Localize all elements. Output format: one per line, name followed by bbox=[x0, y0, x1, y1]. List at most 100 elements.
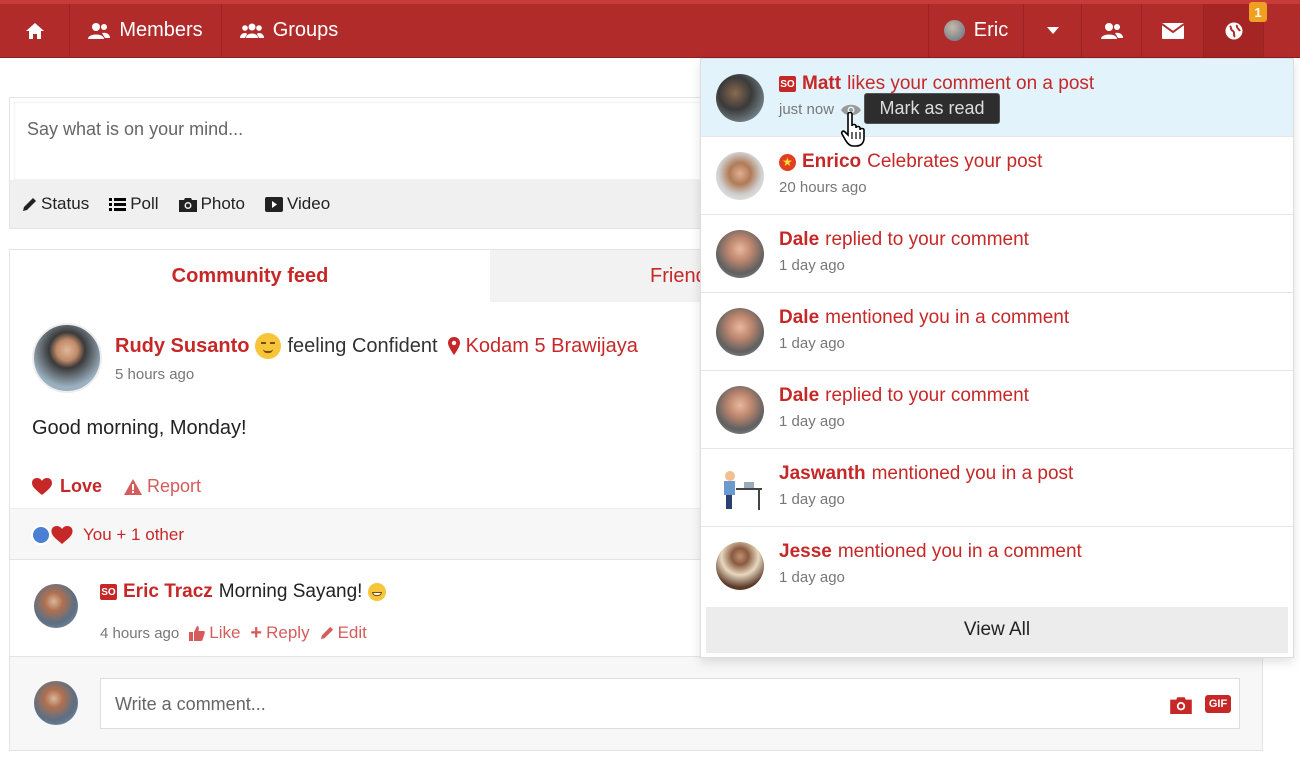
gif-icon[interactable]: GIF bbox=[1205, 695, 1231, 713]
post-author-avatar[interactable] bbox=[32, 323, 102, 393]
notification-avatar bbox=[716, 152, 764, 200]
notification-avatar bbox=[716, 386, 764, 434]
notification-text: Celebrates your post bbox=[867, 151, 1043, 172]
notification-name: Enrico bbox=[802, 151, 862, 172]
notification-time: 1 day ago bbox=[779, 491, 845, 508]
heart-icon bbox=[32, 477, 52, 495]
notification-item[interactable]: Dale replied to your comment 1 day ago bbox=[701, 215, 1293, 293]
notification-avatar bbox=[716, 308, 764, 356]
members-icon bbox=[88, 22, 111, 39]
love-button[interactable]: Love bbox=[32, 476, 102, 497]
comment-reply-button[interactable]: + Reply bbox=[250, 623, 309, 643]
comment-like-button[interactable]: Like bbox=[189, 623, 240, 643]
groups-nav-button[interactable]: Groups bbox=[222, 4, 356, 57]
notification-item[interactable]: ★ Enrico Celebrates your post 20 hours ago bbox=[701, 137, 1293, 215]
pencil-icon bbox=[320, 626, 333, 640]
notification-name: Jesse bbox=[779, 541, 832, 562]
notification-name: Dale bbox=[779, 385, 820, 406]
comment-time[interactable]: 4 hours ago bbox=[100, 625, 179, 642]
notification-text: mentioned you in a comment bbox=[825, 307, 1070, 328]
user-menu-button[interactable]: Eric bbox=[928, 4, 1024, 57]
reactions-text[interactable]: You + 1 other bbox=[83, 525, 184, 545]
user-dropdown-toggle[interactable] bbox=[1024, 4, 1082, 57]
map-pin-icon bbox=[447, 337, 460, 355]
notification-item[interactable]: Dale mentioned you in a comment 1 day ago bbox=[701, 293, 1293, 371]
notification-item[interactable]: Jesse mentioned you in a comment 1 day ag… bbox=[701, 527, 1293, 605]
notification-name: Jaswanth bbox=[779, 463, 866, 484]
home-button[interactable] bbox=[0, 4, 70, 57]
home-icon bbox=[25, 22, 44, 39]
hand-cursor-icon bbox=[840, 112, 865, 147]
notification-time: 1 day ago bbox=[779, 569, 845, 586]
friend-requests-icon bbox=[1100, 22, 1123, 39]
composer-toolbar: Status Poll Photo Video bbox=[10, 180, 708, 228]
post-location[interactable]: Kodam 5 Brawijaya bbox=[466, 335, 638, 358]
user-avatar bbox=[943, 20, 965, 41]
notification-text: likes your comment on a post bbox=[847, 73, 1095, 94]
user-name: Eric bbox=[973, 19, 1009, 41]
poll-tool-label: Poll bbox=[130, 194, 159, 213]
star-badge-icon: ★ bbox=[779, 153, 796, 171]
status-composer: Say what is on your mind... Status Poll … bbox=[9, 97, 709, 229]
reactions-bar: You + 1 other bbox=[10, 508, 710, 560]
globe-icon bbox=[1225, 22, 1242, 39]
post-header: Rudy Susanto feeling Confident Kodam 5 B… bbox=[115, 333, 638, 359]
love-reaction-icon bbox=[51, 526, 73, 544]
notification-time: 1 day ago bbox=[779, 413, 845, 430]
notification-avatar bbox=[716, 542, 764, 590]
comment-input[interactable]: Write a comment... GIF bbox=[100, 678, 1240, 729]
groups-label: Groups bbox=[272, 19, 339, 41]
pencil-icon bbox=[23, 197, 36, 211]
mark-as-read-tooltip: Mark as read bbox=[864, 93, 1000, 124]
status-input[interactable]: Say what is on your mind... bbox=[14, 102, 704, 180]
notification-item[interactable]: Dale replied to your comment 1 day ago bbox=[701, 371, 1293, 449]
comment-reply-label: Reply bbox=[266, 623, 310, 642]
comment-input-placeholder: Write a comment... bbox=[115, 694, 266, 714]
notification-text: replied to your comment bbox=[825, 385, 1029, 406]
notification-time: 1 day ago bbox=[779, 257, 845, 274]
post-feeling: feeling Confident bbox=[287, 334, 438, 357]
grin-emoji-icon bbox=[368, 583, 387, 601]
groups-icon bbox=[239, 23, 264, 38]
status-tool-button[interactable]: Status bbox=[22, 194, 89, 214]
comment-actions: 4 hours ago Like + Reply Edit bbox=[100, 623, 367, 643]
notification-item[interactable]: Jaswanth mentioned you in a post 1 day ag… bbox=[701, 449, 1293, 527]
comment-header: SO Eric Tracz Morning Sayang! bbox=[100, 581, 387, 603]
notification-text: replied to your comment bbox=[825, 229, 1029, 250]
notification-time: 20 hours ago bbox=[779, 179, 867, 196]
comment-composer: Write a comment... GIF bbox=[10, 656, 1262, 750]
commenter-avatar[interactable] bbox=[34, 584, 78, 628]
friend-requests-button[interactable] bbox=[1082, 4, 1142, 57]
post-author-name[interactable]: Rudy Susanto bbox=[115, 335, 249, 358]
camera-icon[interactable] bbox=[1170, 696, 1192, 714]
notifications-dropdown: SO Matt likes your comment on a post just … bbox=[700, 58, 1294, 658]
post-time[interactable]: 5 hours ago bbox=[115, 366, 194, 383]
video-tool-button[interactable]: Video bbox=[265, 194, 330, 214]
messages-button[interactable] bbox=[1142, 4, 1204, 57]
notification-name: Dale bbox=[779, 307, 820, 328]
tab-community-feed[interactable]: Community feed bbox=[10, 250, 490, 302]
top-navbar: Members Groups Eric 1 bbox=[0, 0, 1300, 58]
members-nav-button[interactable]: Members bbox=[70, 4, 222, 57]
comment-author[interactable]: Eric Tracz bbox=[123, 581, 213, 603]
caret-down-icon bbox=[1046, 26, 1059, 34]
camera-icon bbox=[178, 197, 197, 212]
report-button[interactable]: Report bbox=[124, 476, 201, 497]
notification-time: 1 day ago bbox=[779, 335, 845, 352]
comment-edit-button[interactable]: Edit bbox=[320, 623, 367, 643]
notification-avatar bbox=[716, 74, 764, 122]
notification-count-badge: 1 bbox=[1249, 2, 1267, 22]
notification-avatar bbox=[716, 230, 764, 278]
envelope-icon bbox=[1161, 22, 1184, 39]
so-badge-icon: SO bbox=[100, 584, 117, 600]
video-icon bbox=[265, 196, 283, 212]
plus-icon: + bbox=[250, 622, 263, 644]
notification-time: just now bbox=[779, 101, 835, 118]
view-all-notifications-button[interactable]: View All bbox=[706, 607, 1288, 653]
photo-tool-button[interactable]: Photo bbox=[178, 194, 245, 214]
poll-tool-button[interactable]: Poll bbox=[109, 194, 159, 214]
status-tool-label: Status bbox=[41, 194, 90, 213]
desk-illustration-icon bbox=[724, 471, 762, 510]
comment-edit-label: Edit bbox=[337, 623, 367, 642]
notification-text: mentioned you in a comment bbox=[837, 541, 1082, 562]
